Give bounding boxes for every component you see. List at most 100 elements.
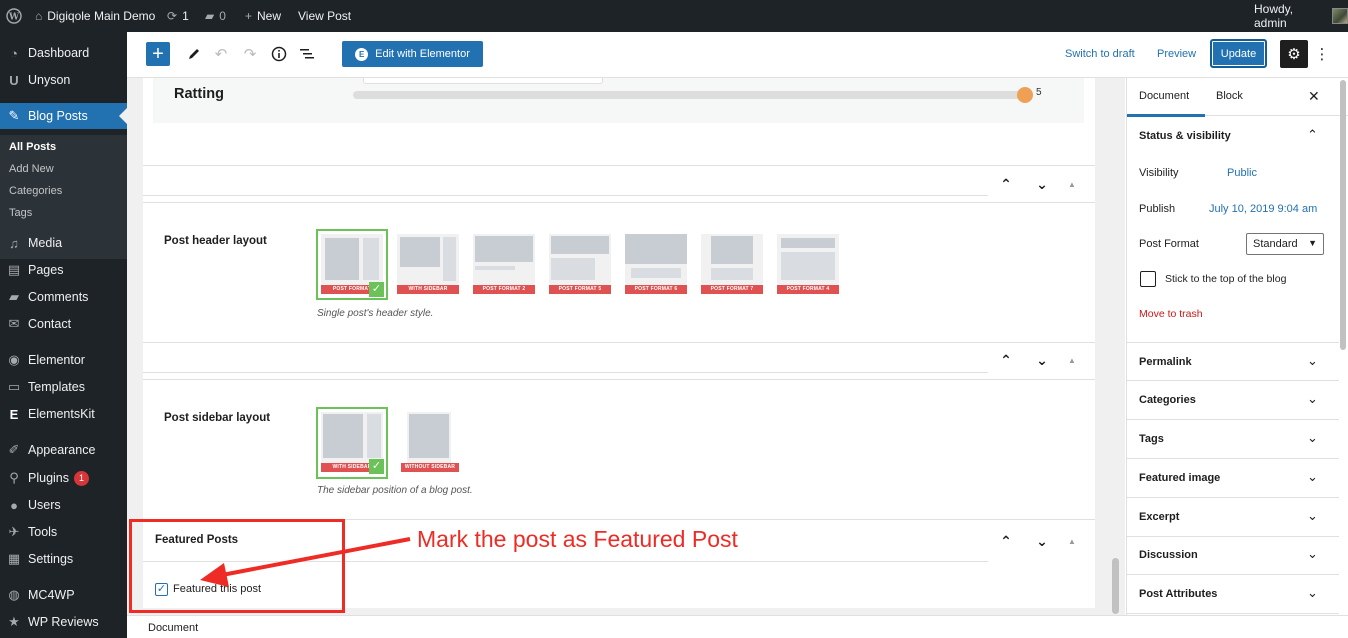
header-layout-option[interactable]: POST FORMAT 4 [777, 234, 839, 298]
stick-to-top-label[interactable]: Stick to the top of the blog [1165, 273, 1286, 285]
redo-button[interactable]: ↷ [240, 44, 260, 64]
undo-button[interactable]: ↶ [211, 44, 231, 64]
sidebar-item-label: Templates [28, 380, 85, 394]
pencil-icon [189, 49, 199, 59]
rating-value: 5 [1036, 87, 1042, 98]
submenu-tags[interactable]: Tags [9, 207, 32, 219]
outline-button[interactable] [297, 44, 317, 64]
sidebar-item-users[interactable]: ● Users [0, 492, 127, 518]
sidebar-item-mc4wp[interactable]: ◍ MC4WP [0, 582, 127, 608]
post-attributes-section[interactable]: Post Attributes ⌄ [1127, 575, 1339, 614]
sidebar-item-elementskit[interactable]: E ElementsKit [0, 401, 127, 427]
tools-button[interactable] [184, 44, 204, 64]
sidebar-item-contact[interactable]: ✉ Contact [0, 311, 127, 337]
home-icon: ⌂ [35, 9, 43, 23]
move-down-button[interactable]: ⌄ [1024, 533, 1060, 550]
collapse-toggle-icon[interactable]: ▲ [1060, 537, 1084, 546]
submenu-all-posts[interactable]: All Posts [9, 141, 56, 153]
categories-section[interactable]: Categories ⌄ [1127, 381, 1339, 420]
sidebar-item-blog-posts[interactable]: ✎ Blog Posts [0, 103, 127, 129]
info-button[interactable] [269, 44, 289, 64]
move-up-button[interactable]: ⌃ [988, 352, 1024, 369]
sidebar-item-pages[interactable]: ▤ Pages [0, 257, 127, 283]
edit-with-elementor-button[interactable]: E Edit with Elementor [342, 41, 483, 67]
layout-tag: WITHOUT SIDEBAR [401, 463, 459, 472]
switch-to-draft-button[interactable]: Switch to draft [1065, 48, 1135, 60]
site-name-link[interactable]: ⌂ Digiqole Main Demo [35, 0, 155, 32]
wordpress-logo-icon[interactable]: W [6, 0, 22, 32]
svg-text:W: W [8, 13, 20, 23]
discussion-section[interactable]: Discussion ⌄ [1127, 536, 1339, 575]
preview-button[interactable]: Preview [1157, 48, 1196, 60]
sidebar-item-comments[interactable]: ▰ Comments [0, 284, 127, 310]
header-layout-option[interactable]: WITH SIDEBAR [397, 234, 459, 298]
move-down-button[interactable]: ⌄ [1024, 352, 1060, 369]
sidebar-item-label: Tools [28, 525, 58, 539]
sidebar-item-label: Unyson [28, 73, 71, 87]
visibility-value-link[interactable]: Public [1227, 167, 1257, 179]
comments-link[interactable]: ▰ 0 [205, 0, 226, 32]
submenu-add-new[interactable]: Add New [9, 163, 54, 175]
post-format-select[interactable]: Standard ▼ [1246, 233, 1324, 255]
plus-icon: + [245, 9, 253, 23]
move-to-trash-link[interactable]: Move to trash [1139, 308, 1203, 320]
account-menu[interactable]: Howdy, admin [1254, 0, 1348, 32]
sidebar-item-media[interactable]: ♫ Media [0, 230, 127, 256]
sidebar-item-plugins[interactable]: ⚲ Plugins 1 [0, 465, 127, 491]
header-layout-option[interactable]: POST FORMAT 2 [473, 234, 535, 298]
status-visibility-section[interactable]: Status & visibility ⌃ [1127, 117, 1339, 156]
folder-icon: ▭ [7, 379, 21, 394]
collapse-toggle-icon[interactable]: ▲ [1060, 356, 1084, 365]
sidebar-item-elementor[interactable]: ◉ Elementor [0, 347, 127, 373]
sidebar-item-dashboard[interactable]: ◔ Dashboard [0, 40, 127, 66]
plugins-update-badge: 1 [74, 470, 89, 486]
header-layout-option[interactable]: POST FORMAT 7 [701, 234, 763, 298]
content-scrollbar[interactable] [1112, 558, 1119, 614]
submenu-categories[interactable]: Categories [9, 185, 62, 197]
move-up-button[interactable]: ⌃ [988, 533, 1024, 550]
add-block-button[interactable]: + [146, 42, 170, 66]
close-icon: ✕ [1308, 88, 1320, 104]
close-sidebar-button[interactable]: ✕ [1308, 88, 1320, 105]
vertical-dots-icon: ⋮ [1314, 46, 1330, 63]
section-title: Tags [1139, 433, 1164, 445]
new-content-link[interactable]: + New [245, 0, 281, 32]
header-layout-option[interactable]: POST FORMAT 6 [625, 234, 687, 298]
more-menu-button[interactable]: ⋮ [1314, 44, 1330, 64]
chevron-down-icon: ⌄ [1307, 430, 1318, 445]
permalink-section[interactable]: Permalink ⌄ [1127, 342, 1339, 381]
section-title: Post Attributes [1139, 588, 1218, 600]
sidebar-item-settings[interactable]: ▦ Settings [0, 546, 127, 572]
update-button[interactable]: Update [1210, 39, 1267, 68]
sidebar-item-label: ElementsKit [28, 407, 95, 421]
move-down-button[interactable]: ⌄ [1024, 176, 1060, 193]
view-post-link[interactable]: View Post [298, 0, 351, 32]
tags-section[interactable]: Tags ⌄ [1127, 420, 1339, 459]
publish-date-link[interactable]: July 10, 2019 9:04 am [1209, 203, 1317, 215]
updates-link[interactable]: ⟳ 1 [167, 0, 189, 32]
gauge-icon: ◔ [10, 45, 18, 61]
featured-image-section[interactable]: Featured image ⌄ [1127, 459, 1339, 498]
tab-document[interactable]: Document [1139, 90, 1189, 102]
header-layout-option[interactable]: POST FORMAT 5 [549, 234, 611, 298]
move-up-button[interactable]: ⌃ [988, 176, 1024, 193]
collapse-toggle-icon[interactable]: ▲ [1060, 180, 1084, 189]
excerpt-section[interactable]: Excerpt ⌄ [1127, 498, 1339, 537]
rating-slider-handle[interactable] [1017, 87, 1033, 103]
sidebar-item-unyson[interactable]: U Unyson [0, 67, 127, 93]
sidebar-item-wp-reviews[interactable]: ★ WP Reviews [0, 609, 127, 635]
stick-to-top-checkbox[interactable] [1140, 271, 1156, 287]
site-name-label: Digiqole Main Demo [47, 9, 156, 23]
sidebar-layout-option[interactable]: WITHOUT SIDEBAR [401, 412, 463, 476]
tab-block[interactable]: Block [1216, 90, 1243, 102]
rating-slider-track[interactable] [353, 91, 1026, 99]
sidebar-item-tools[interactable]: ✈ Tools [0, 519, 127, 545]
settings-toggle-button[interactable]: ⚙ [1280, 40, 1308, 68]
breadcrumb[interactable]: Document [148, 622, 198, 634]
chevron-down-icon: ⌄ [1307, 546, 1318, 561]
layout-tag: POST FORMAT 5 [549, 285, 611, 294]
sidebar-item-appearance[interactable]: ✐ Appearance [0, 437, 127, 463]
settings-scrollbar[interactable] [1338, 78, 1348, 615]
divider [143, 379, 1095, 380]
sidebar-item-templates[interactable]: ▭ Templates [0, 374, 127, 400]
